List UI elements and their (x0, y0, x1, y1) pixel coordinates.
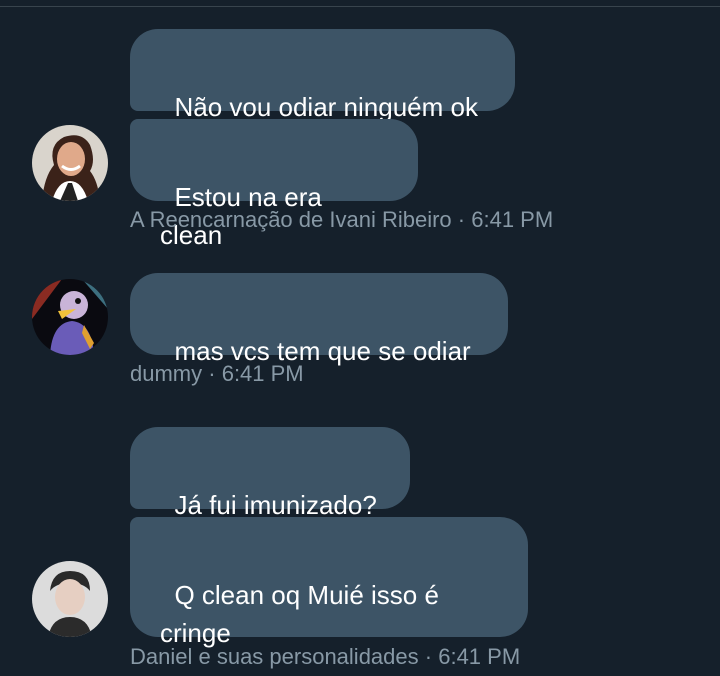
meta-separator: · (424, 644, 433, 669)
message-text: Já fui imunizado? (174, 490, 377, 520)
duck-mascot-avatar[interactable] (32, 279, 108, 355)
message-meta: dummy · 6:41 PM (130, 361, 304, 387)
sender-name[interactable]: dummy (130, 361, 202, 386)
message-bubble[interactable]: Já fui imunizado? (130, 427, 410, 520)
message-bubble[interactable]: Estou na era clean (130, 119, 418, 250)
top-divider (0, 6, 720, 7)
woman-smiling-avatar[interactable] (32, 125, 108, 201)
meta-separator: · (457, 207, 466, 232)
message-text: Q clean oq Muié isso é cringe (160, 580, 439, 648)
sender-name[interactable]: A Reencarnação de Ivani Ribeiro (130, 207, 452, 232)
message-bubble[interactable]: mas vcs tem que se odiar (130, 273, 508, 366)
meta-separator: · (208, 361, 216, 386)
message-text: Não vou odiar ninguém ok (174, 92, 478, 122)
message-time: 6:41 PM (471, 207, 554, 232)
message-bubble[interactable]: Não vou odiar ninguém ok (130, 29, 515, 122)
young-man-avatar[interactable] (32, 561, 108, 637)
message-time: 6:41 PM (221, 361, 304, 386)
message-time: 6:41 PM (438, 644, 521, 669)
message-meta: Daniel e suas personalidades · 6:41 PM (130, 644, 520, 670)
message-meta: A Reencarnação de Ivani Ribeiro · 6:41 P… (130, 207, 553, 233)
sender-name[interactable]: Daniel e suas personalidades (130, 644, 419, 669)
message-bubble[interactable]: Q clean oq Muié isso é cringe (130, 517, 528, 648)
